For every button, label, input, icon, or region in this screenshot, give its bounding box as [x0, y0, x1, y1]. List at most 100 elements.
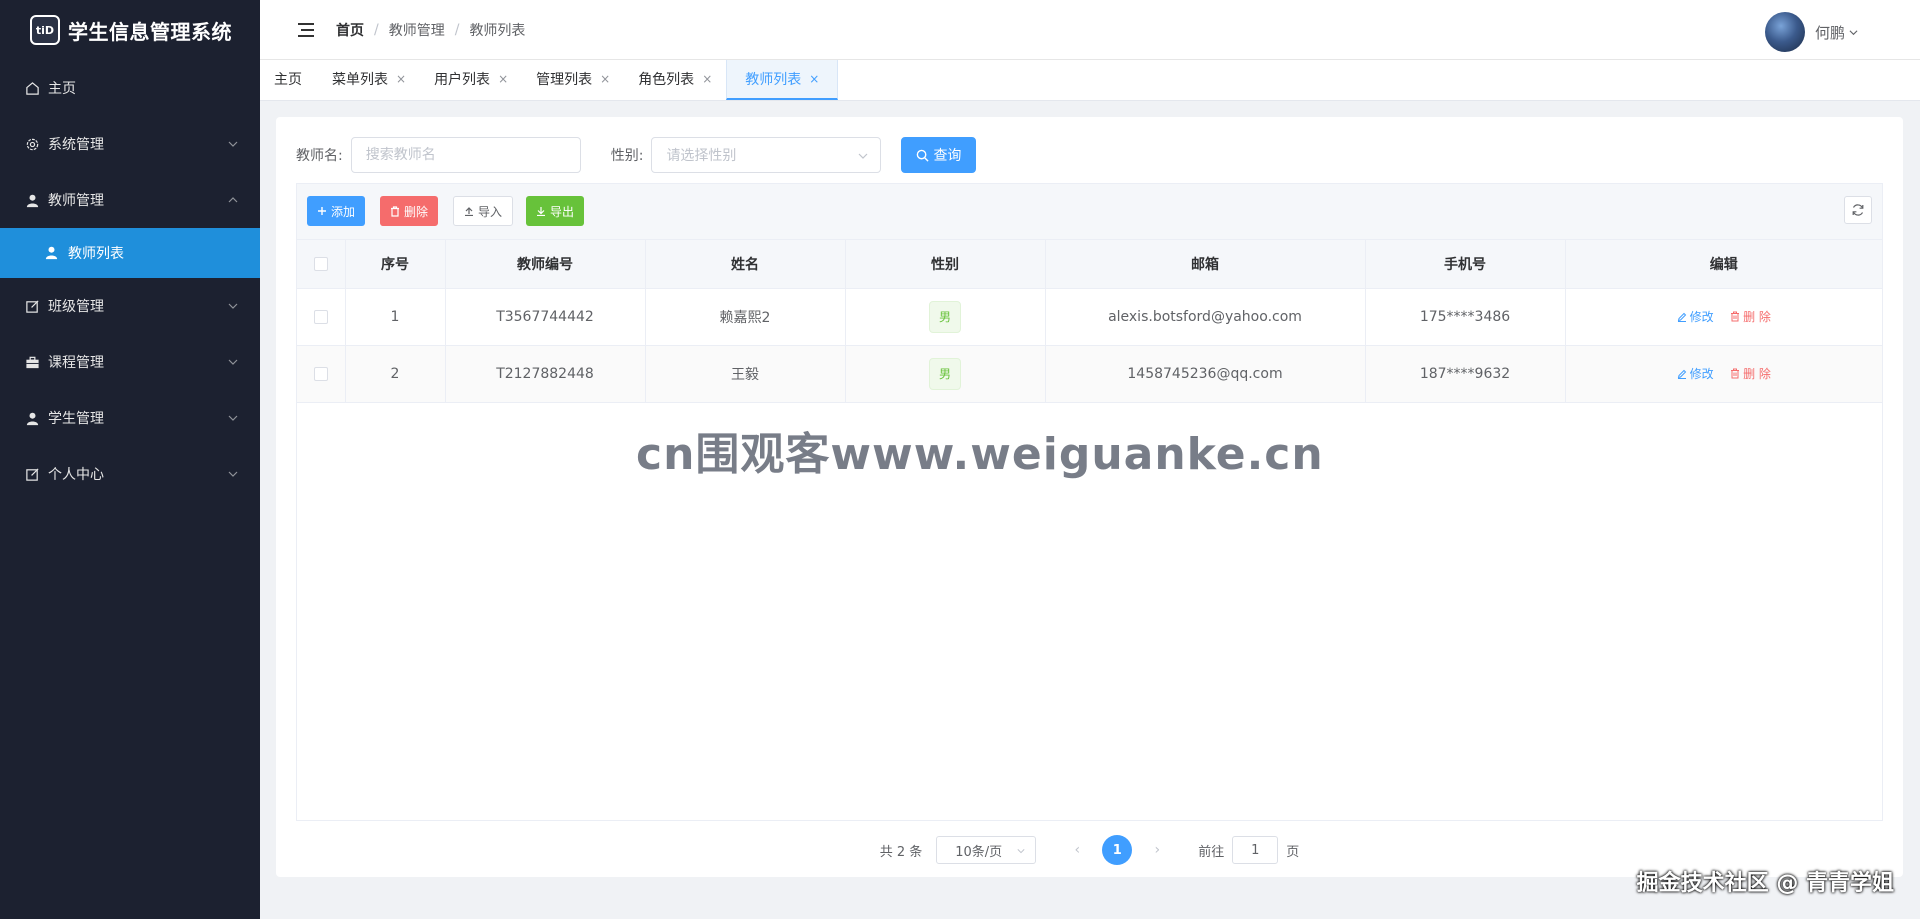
- sidebar-item-system[interactable]: 系统管理: [0, 116, 260, 172]
- edit-button[interactable]: 修改: [1677, 308, 1714, 325]
- gear-icon: [24, 136, 40, 152]
- delete-button-label: 删 除: [1743, 366, 1771, 381]
- user-menu[interactable]: 何鹏: [1764, 12, 1858, 52]
- sidebar-item-label: 个人中心: [48, 467, 104, 483]
- sidebar-item-label: 主页: [48, 81, 76, 97]
- user-name[interactable]: 何鹏: [1815, 22, 1845, 43]
- sidebar: tiD 学生信息管理系统 主页 系统管理 教师管理 教师列表 班级管理 课程管理…: [0, 0, 260, 919]
- sidebar-item-class[interactable]: 班级管理: [0, 278, 260, 334]
- edit-button[interactable]: 修改: [1677, 365, 1714, 382]
- sidebar-item-label: 学生管理: [48, 411, 104, 427]
- page-size-select[interactable]: 10条/页: [936, 836, 1037, 864]
- close-icon[interactable]: ×: [809, 72, 819, 86]
- column-header: 编辑: [1565, 240, 1882, 289]
- column-header: 姓名: [645, 240, 846, 289]
- tab-home[interactable]: 主页: [260, 60, 318, 100]
- sidebar-item-teacher[interactable]: 教师管理: [0, 172, 260, 228]
- next-page-icon[interactable]: ›: [1142, 842, 1172, 858]
- sidebar-item-label: 教师列表: [68, 246, 124, 262]
- sidebar-item-label: 课程管理: [48, 355, 104, 371]
- tab-admin-list[interactable]: 管理列表 ×: [522, 60, 624, 100]
- credit-watermark: 掘金技术社区 @ 青青学姐: [1636, 871, 1894, 896]
- refresh-icon: [1852, 204, 1864, 216]
- page-size-value: 10条/页: [955, 844, 1003, 860]
- plus-icon: [318, 207, 326, 215]
- select-all-checkbox[interactable]: [313, 256, 328, 271]
- refresh-button[interactable]: [1844, 196, 1872, 224]
- select-all-cell[interactable]: [297, 240, 346, 289]
- close-icon[interactable]: ×: [498, 72, 508, 86]
- pagination-total: 共 2 条: [879, 844, 923, 860]
- breadcrumb-current: 教师列表: [469, 22, 526, 39]
- sidebar-item-label: 班级管理: [48, 299, 104, 315]
- goto-page-input[interactable]: 1: [1232, 836, 1279, 864]
- breadcrumb-separator: /: [454, 21, 460, 38]
- row-checkbox[interactable]: [313, 366, 328, 381]
- tab-label: 用户列表: [434, 72, 491, 88]
- page-jumper: 前往 1 页: [1198, 836, 1299, 864]
- export-button-label: 导出: [550, 204, 575, 219]
- sidebar-item-teacher-list[interactable]: 教师列表: [0, 228, 260, 278]
- tab-role-list[interactable]: 角色列表 ×: [624, 60, 726, 100]
- close-icon[interactable]: ×: [396, 72, 406, 86]
- edit-icon: [24, 298, 40, 314]
- goto-suffix: 页: [1286, 844, 1300, 860]
- trash-icon: [1731, 311, 1740, 321]
- tab-label: 管理列表: [536, 72, 593, 88]
- edit-icon: [24, 466, 40, 482]
- sidebar-item-course[interactable]: 课程管理: [0, 334, 260, 390]
- breadcrumb: 首页 / 教师管理 / 教师列表: [336, 20, 525, 40]
- teacher-name-input[interactable]: [350, 137, 581, 173]
- chevron-down-icon: [228, 471, 238, 477]
- teacher-table: 序号 教师编号 姓名 性别 邮箱 手机号 编辑 1 T3567744442 赖嘉…: [296, 239, 1883, 821]
- tab-menu-list[interactable]: 菜单列表 ×: [318, 60, 420, 100]
- close-icon[interactable]: ×: [702, 72, 712, 86]
- avatar[interactable]: [1764, 12, 1805, 52]
- sidebar-item-label: 教师管理: [48, 193, 104, 209]
- user-icon: [44, 245, 60, 261]
- upload-icon: [465, 207, 473, 216]
- breadcrumb-separator: /: [374, 21, 379, 38]
- batch-delete-button[interactable]: 删除: [380, 196, 439, 226]
- gender-select[interactable]: 请选择性别: [651, 137, 882, 173]
- row-checkbox[interactable]: [313, 309, 328, 324]
- gender-select-placeholder: 请选择性别: [666, 148, 737, 164]
- cell-teacher-no: T3567744442: [445, 288, 646, 346]
- gender-label: 性别:: [610, 148, 644, 164]
- sidebar-item-student[interactable]: 学生管理: [0, 390, 260, 446]
- sidebar-item-home[interactable]: 主页: [0, 60, 260, 116]
- chevron-down-icon: [228, 415, 238, 421]
- sidebar-item-profile[interactable]: 个人中心: [0, 446, 260, 502]
- tab-teacher-list[interactable]: 教师列表 ×: [726, 60, 839, 100]
- table-row: 1 T3567744442 赖嘉熙2 男 alexis.botsford@yah…: [297, 288, 1882, 346]
- import-button[interactable]: 导入: [453, 196, 514, 226]
- add-button[interactable]: 添加: [307, 196, 366, 226]
- chevron-down-icon[interactable]: [1849, 28, 1858, 37]
- menu-toggle-icon[interactable]: [298, 22, 314, 37]
- export-button[interactable]: 导出: [526, 196, 585, 226]
- import-button-label: 导入: [478, 204, 503, 219]
- prev-page-icon[interactable]: ‹: [1062, 842, 1092, 858]
- briefcase-icon: [24, 354, 40, 370]
- search-form: 教师名: 性别: 请选择性别 查询: [296, 137, 977, 173]
- breadcrumb-home[interactable]: 首页: [336, 20, 364, 40]
- delete-button[interactable]: 删 除: [1730, 365, 1771, 382]
- close-icon[interactable]: ×: [600, 72, 610, 86]
- page-number[interactable]: 1: [1102, 835, 1133, 865]
- cell-email: 1458745236@qq.com: [1045, 345, 1366, 403]
- add-button-label: 添加: [331, 204, 356, 219]
- column-header: 手机号: [1365, 240, 1566, 289]
- cell-email: alexis.botsford@yahoo.com: [1045, 288, 1366, 346]
- home-icon: [24, 80, 40, 96]
- teacher-name-label: 教师名:: [296, 148, 343, 164]
- search-icon: [917, 149, 930, 162]
- delete-button[interactable]: 删 除: [1730, 308, 1771, 325]
- tab-user-list[interactable]: 用户列表 ×: [420, 60, 522, 100]
- logo-badge-icon: tiD: [30, 15, 60, 45]
- edit-button-label: 修改: [1689, 310, 1714, 324]
- query-button[interactable]: 查询: [901, 137, 977, 173]
- column-header: 邮箱: [1045, 240, 1366, 289]
- edit-icon: [1677, 369, 1686, 379]
- app-logo: tiD 学生信息管理系统: [0, 0, 260, 60]
- user-icon: [24, 192, 40, 208]
